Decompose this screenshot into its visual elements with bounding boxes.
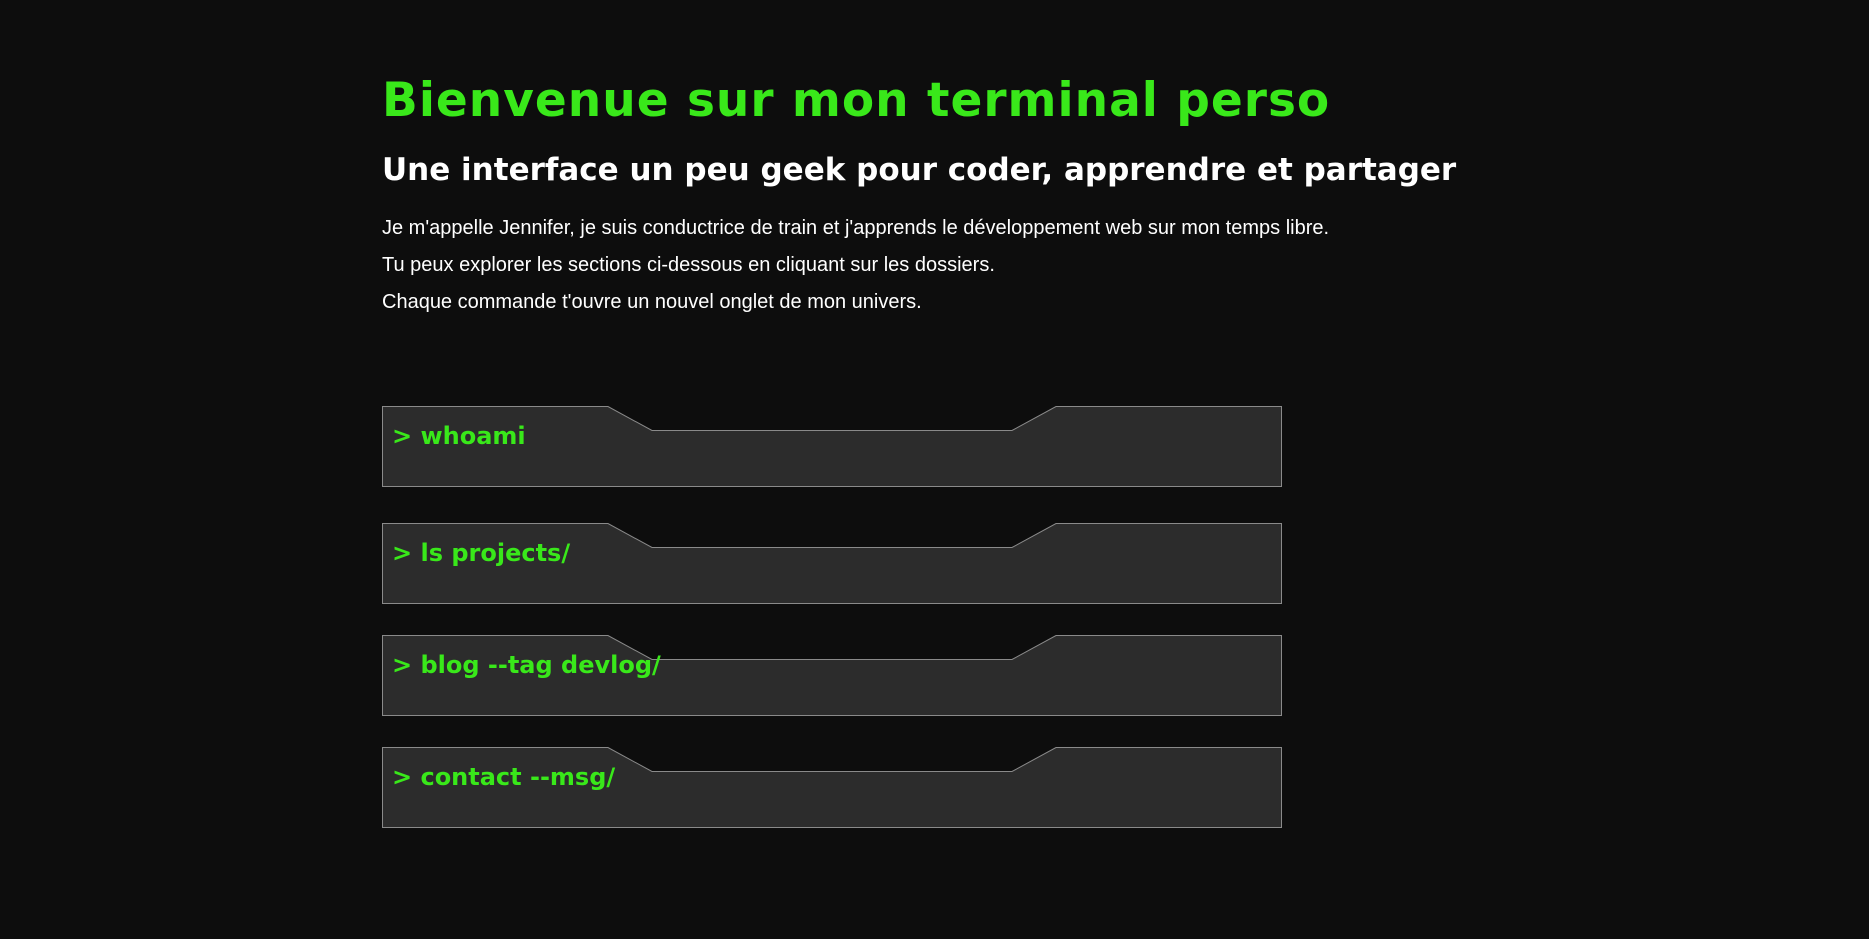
intro-text: Je m'appelle Jennifer, je suis conductri… (382, 210, 1482, 321)
intro-line: Chaque commande t'ouvre un nouvel onglet… (382, 291, 922, 313)
page: Bienvenue sur mon terminal perso Une int… (0, 0, 1869, 939)
folder-command-label: > ls projects/ (392, 539, 571, 567)
intro-line: Je m'appelle Jennifer, je suis conductri… (382, 217, 1330, 239)
folder-blog-devlog[interactable]: > blog --tag devlog/ (382, 635, 1282, 716)
page-subtitle: Une interface un peu geek pour coder, ap… (382, 152, 1457, 188)
intro-line: Tu peux explorer les sections ci-dessous… (382, 254, 995, 276)
page-title: Bienvenue sur mon terminal perso (382, 73, 1331, 128)
folder-whoami[interactable]: > whoami (382, 406, 1282, 487)
folder-command-label: > contact --msg/ (392, 763, 616, 791)
folder-contact-msg[interactable]: > contact --msg/ (382, 747, 1282, 828)
folder-command-label: > whoami (392, 422, 526, 450)
hero: Bienvenue sur mon terminal perso Une int… (382, 68, 1482, 321)
folder-ls-projects[interactable]: > ls projects/ (382, 523, 1282, 604)
folder-command-label: > blog --tag devlog/ (392, 651, 661, 679)
